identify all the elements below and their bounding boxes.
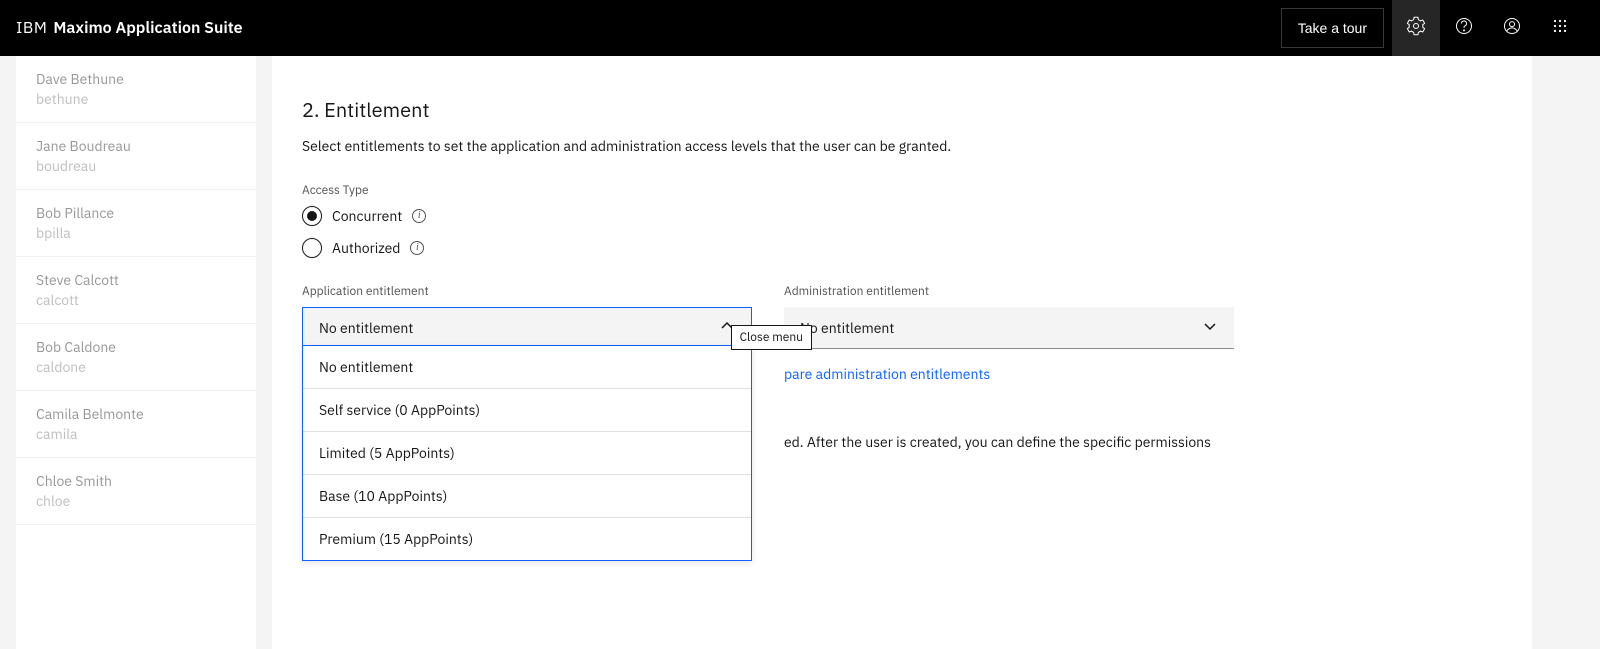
brand-name: Maximo Application Suite <box>53 18 242 38</box>
user-list-sidebar: Dave Bethune bethune Jane Boudreau boudr… <box>16 56 256 649</box>
user-name: Camila Belmonte <box>36 405 236 423</box>
section-description: Select entitlements to set the applicati… <box>302 137 1272 155</box>
application-entitlement-column: Application entitlement No entitlement C… <box>302 284 752 451</box>
user-username: caldone <box>36 358 236 376</box>
admin-entitlement-dropdown[interactable]: No entitlement <box>784 307 1234 349</box>
app-entitlement-options: No entitlement Self service (0 AppPoints… <box>302 345 752 561</box>
user-name: Bob Caldone <box>36 338 236 356</box>
top-bar: IBM Maximo Application Suite Take a tour <box>0 0 1600 56</box>
right-gutter <box>1532 56 1600 649</box>
user-username: chloe <box>36 492 236 510</box>
radio-concurrent[interactable]: Concurrent i <box>302 206 1272 226</box>
section-title: 2. Entitlement <box>302 96 1272 123</box>
user-avatar-icon <box>1502 16 1522 40</box>
user-username: calcott <box>36 291 236 309</box>
top-bar-actions: Take a tour <box>1281 0 1584 56</box>
user-username: boudreau <box>36 157 236 175</box>
access-type-group: Access Type Concurrent i Authorized i <box>302 183 1272 258</box>
dropdown-option[interactable]: No entitlement <box>303 346 751 389</box>
user-name: Steve Calcott <box>36 271 236 289</box>
gear-icon <box>1406 16 1426 40</box>
dropdown-option[interactable]: Base (10 AppPoints) <box>303 475 751 518</box>
user-icon-button[interactable] <box>1488 0 1536 56</box>
list-item[interactable]: Jane Boudreau boudreau <box>16 123 256 190</box>
brand-prefix: IBM <box>16 18 47 38</box>
compare-admin-entitlements-link[interactable]: pare administration entitlements <box>784 365 990 383</box>
app-entitlement-label: Application entitlement <box>302 284 752 299</box>
list-item[interactable]: Dave Bethune bethune <box>16 56 256 123</box>
entitlement-row: Application entitlement No entitlement C… <box>302 284 1272 451</box>
help-icon <box>1454 16 1474 40</box>
take-tour-button[interactable]: Take a tour <box>1281 8 1384 48</box>
app-switcher-button[interactable] <box>1536 0 1584 56</box>
main-wrap: 2. Entitlement Select entitlements to se… <box>272 56 1600 649</box>
page-body: Dave Bethune bethune Jane Boudreau boudr… <box>0 56 1600 649</box>
radio-icon <box>302 206 322 226</box>
grid-icon <box>1550 16 1570 40</box>
dropdown-option[interactable]: Self service (0 AppPoints) <box>303 389 751 432</box>
settings-icon-button[interactable] <box>1392 0 1440 56</box>
left-gutter <box>0 56 16 649</box>
dropdown-value: No entitlement <box>800 319 894 337</box>
brand: IBM Maximo Application Suite <box>16 18 243 38</box>
user-username: camila <box>36 425 236 443</box>
administration-entitlement-column: Administration entitlement No entitlemen… <box>784 284 1234 451</box>
info-icon[interactable]: i <box>412 209 426 223</box>
radio-label: Concurrent <box>332 207 402 225</box>
dropdown-value: No entitlement <box>319 319 413 337</box>
admin-entitlement-label: Administration entitlement <box>784 284 1234 299</box>
help-icon-button[interactable] <box>1440 0 1488 56</box>
user-name: Jane Boudreau <box>36 137 236 155</box>
info-icon[interactable]: i <box>410 241 424 255</box>
main-panel: 2. Entitlement Select entitlements to se… <box>272 56 1532 649</box>
user-username: bpilla <box>36 224 236 242</box>
user-username: bethune <box>36 90 236 108</box>
list-item[interactable]: Steve Calcott calcott <box>16 257 256 324</box>
list-item[interactable]: Camila Belmonte camila <box>16 391 256 458</box>
app-entitlement-dropdown[interactable]: No entitlement <box>302 307 752 349</box>
user-name: Chloe Smith <box>36 472 236 490</box>
sidebar-gutter <box>256 56 272 649</box>
post-create-permissions-text: ed. After the user is created, you can d… <box>784 433 1234 451</box>
dropdown-option[interactable]: Limited (5 AppPoints) <box>303 432 751 475</box>
list-item[interactable]: Bob Pillance bpilla <box>16 190 256 257</box>
radio-icon <box>302 238 322 258</box>
close-menu-tooltip: Close menu <box>731 325 812 350</box>
list-item[interactable]: Bob Caldone caldone <box>16 324 256 391</box>
user-name: Bob Pillance <box>36 204 236 222</box>
list-item[interactable]: Chloe Smith chloe <box>16 458 256 525</box>
access-type-label: Access Type <box>302 183 1272 198</box>
chevron-down-icon <box>1202 318 1218 338</box>
radio-label: Authorized <box>332 239 400 257</box>
user-name: Dave Bethune <box>36 70 236 88</box>
radio-authorized[interactable]: Authorized i <box>302 238 1272 258</box>
dropdown-option[interactable]: Premium (15 AppPoints) <box>303 518 751 560</box>
